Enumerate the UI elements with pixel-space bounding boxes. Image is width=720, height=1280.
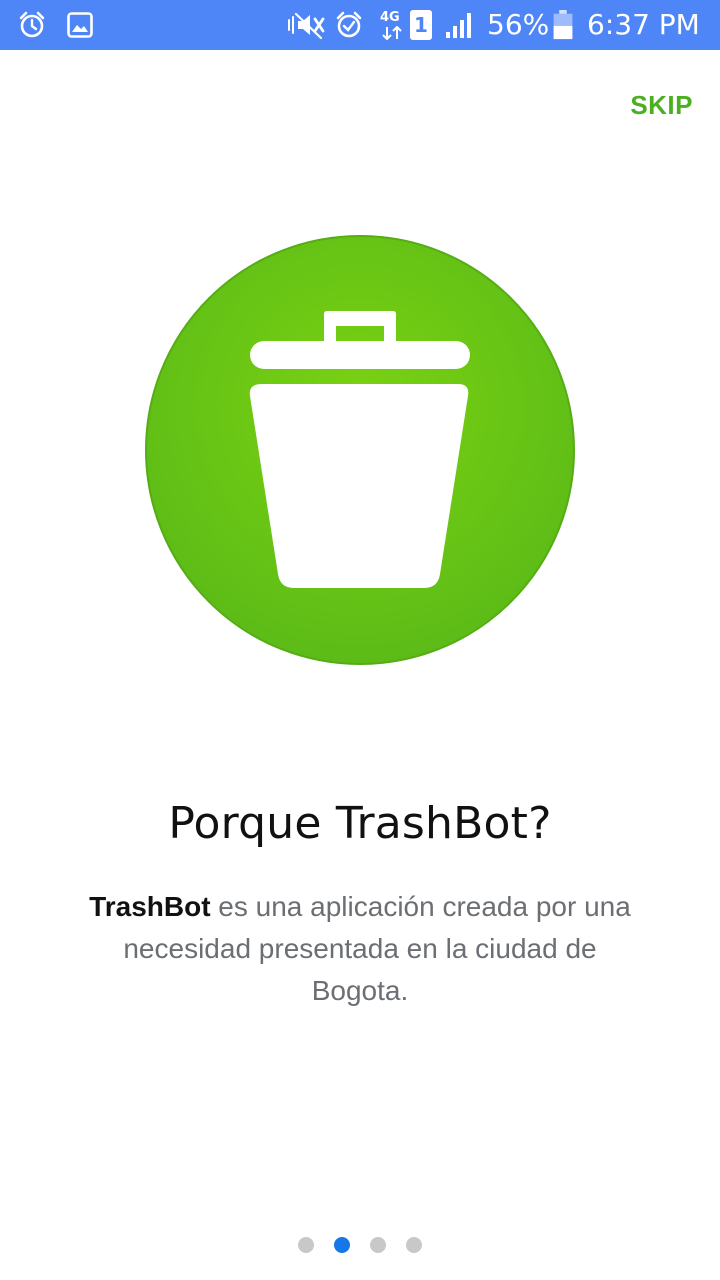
page-dot-2-active[interactable] [334,1237,350,1253]
onboarding-title: Porque TrashBot? [168,798,552,849]
onboarding-description: TrashBot es una aplicación creada por un… [80,886,640,1012]
page-indicator [0,1237,720,1255]
alarm-icon [19,11,45,38]
gallery-icon [67,12,93,38]
network-4g-icon: 4G [380,10,406,42]
signal-icon [446,13,471,38]
battery-icon [553,10,573,40]
page-dot-1[interactable] [298,1237,314,1253]
clock: 6:37 PM [587,8,700,41]
battery-percent: 56% [487,8,550,41]
brand-name: TrashBot [89,891,211,922]
page-dot-3[interactable] [370,1237,386,1253]
page-dot-4[interactable] [406,1237,422,1253]
status-bar: 4G 1 56% 6:37 PM [0,0,720,50]
skip-button[interactable]: SKIP [630,90,693,121]
trash-can-icon [145,235,575,665]
mute-icon [288,12,325,40]
sim-icon: 1 [410,10,432,40]
alarm-icon [336,11,362,38]
